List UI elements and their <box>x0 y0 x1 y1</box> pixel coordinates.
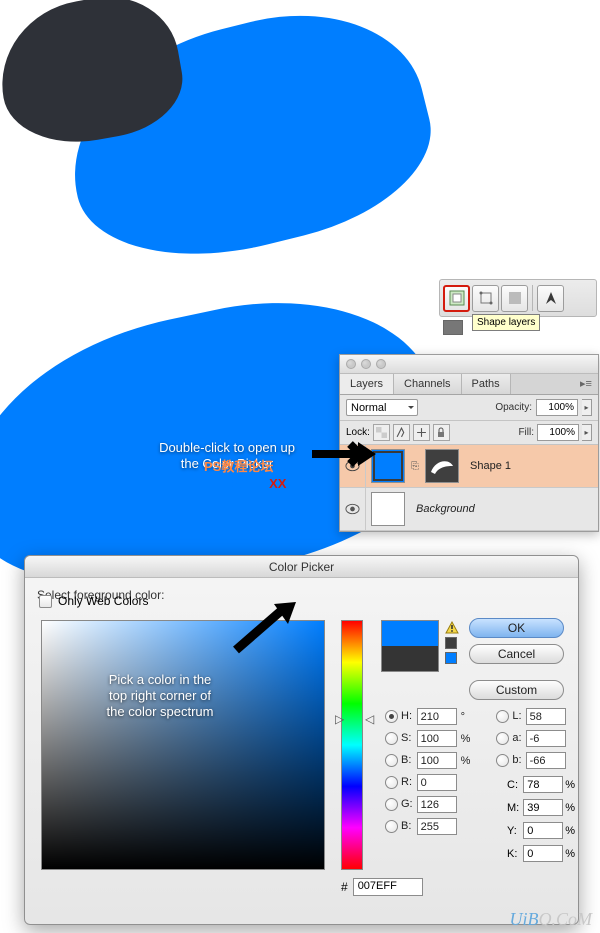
ok-button[interactable]: OK <box>469 618 564 638</box>
r-input[interactable]: 0 <box>417 774 457 791</box>
lock-image-button[interactable] <box>393 424 410 441</box>
watermark-text: PS教程论坛 <box>204 456 273 475</box>
link-icon: ⎘ <box>410 449 420 483</box>
shape-layers-button[interactable] <box>443 285 470 312</box>
opacity-chevron-icon[interactable]: ▸ <box>582 399 592 416</box>
b-input[interactable]: 100 <box>417 752 457 769</box>
arrow-icon <box>230 600 298 656</box>
color-spectrum[interactable] <box>41 620 325 870</box>
lock-label: Lock: <box>346 427 370 438</box>
bv-input[interactable]: 255 <box>417 818 457 835</box>
layer-name[interactable]: Shape 1 <box>470 460 511 472</box>
s-input[interactable]: 100 <box>417 730 457 747</box>
new-old-swatch[interactable] <box>381 620 439 672</box>
fill-input[interactable]: 100% <box>537 424 579 441</box>
h-input[interactable]: 210 <box>417 708 457 725</box>
m-input[interactable]: 39 <box>523 799 563 816</box>
radio-b[interactable] <box>385 754 398 767</box>
only-web-checkbox[interactable] <box>39 595 52 608</box>
foreground-swatch-mini[interactable] <box>443 320 463 335</box>
fill-pixels-button[interactable] <box>501 285 528 312</box>
custom-button[interactable]: Custom <box>469 680 564 700</box>
min-dot[interactable] <box>361 359 371 369</box>
toolbar-shape-options: Shape layers <box>439 279 597 317</box>
gamut-clip-swatch[interactable] <box>445 637 457 649</box>
websafe-swatch[interactable] <box>445 652 457 664</box>
y-input[interactable]: 0 <box>523 822 563 839</box>
radio-h[interactable] <box>385 710 398 723</box>
hue-handle-left[interactable]: ▷ <box>335 712 344 726</box>
radio-s[interactable] <box>385 732 398 745</box>
pen-tool-button[interactable] <box>537 285 564 312</box>
layer-thumb[interactable] <box>371 492 405 526</box>
radio-a[interactable] <box>496 732 509 745</box>
radio-bval[interactable] <box>496 754 509 767</box>
cmyk-grid: C:78% M:39% Y:0% K:0% <box>507 776 575 862</box>
fill-chevron-icon[interactable]: ▸ <box>582 424 592 441</box>
hue-slider[interactable] <box>341 620 363 870</box>
tab-paths[interactable]: Paths <box>462 374 511 394</box>
paths-icon <box>477 289 495 307</box>
instruction-pick-color: Pick a color in the top right corner of … <box>80 672 240 720</box>
vector-mask-thumb[interactable] <box>425 449 459 483</box>
shape-layers-icon <box>448 289 466 307</box>
cancel-button[interactable]: Cancel <box>469 644 564 664</box>
hex-input[interactable]: 007EFF <box>353 878 423 896</box>
gamut-warning-icon[interactable] <box>445 621 459 635</box>
layer-row-shape1[interactable]: ⎘ Shape 1 <box>340 445 598 488</box>
radio-l[interactable] <box>496 710 509 723</box>
a-input[interactable]: -6 <box>526 730 566 747</box>
panel-menu-icon[interactable]: ▸≡ <box>580 377 592 389</box>
l-input[interactable]: 58 <box>526 708 566 725</box>
tooltip-shape-layers: Shape layers <box>472 314 540 331</box>
layer-color-thumb[interactable] <box>371 449 405 483</box>
layers-panel: Layers Channels Paths ▸≡ Normal Opacity:… <box>339 354 599 532</box>
fill-label: Fill: <box>518 427 534 438</box>
hex-hash: # <box>341 880 348 894</box>
c-input[interactable]: 78 <box>523 776 563 793</box>
fill-pixels-icon <box>506 289 524 307</box>
arrow-icon <box>310 438 376 470</box>
radio-g[interactable] <box>385 798 398 811</box>
zoom-dot[interactable] <box>376 359 386 369</box>
window-traffic-lights <box>340 355 598 374</box>
toolbar-separator <box>532 285 533 311</box>
opacity-input[interactable]: 100% <box>536 399 578 416</box>
color-picker-dialog: Color Picker Select foreground color: ▷ … <box>24 555 579 925</box>
layer-name[interactable]: Background <box>416 503 475 515</box>
close-dot[interactable] <box>346 359 356 369</box>
tab-channels[interactable]: Channels <box>394 374 461 394</box>
tab-layers[interactable]: Layers <box>340 374 394 394</box>
radio-r[interactable] <box>385 776 398 789</box>
opacity-label: Opacity: <box>495 402 532 413</box>
g-input[interactable]: 126 <box>417 796 457 813</box>
lock-all-button[interactable] <box>433 424 450 441</box>
lock-position-button[interactable] <box>413 424 430 441</box>
watermark-url: BBS. 16XX8. <box>220 476 297 491</box>
k-input[interactable]: 0 <box>523 845 563 862</box>
watermark-brand: UiBQ.CoM <box>510 909 593 930</box>
paths-mode-button[interactable] <box>472 285 499 312</box>
dialog-title: Color Picker <box>25 556 578 578</box>
panel-tabs: Layers Channels Paths <box>340 374 598 395</box>
radio-bv[interactable] <box>385 820 398 833</box>
bval-input[interactable]: -66 <box>526 752 566 769</box>
blend-mode-select[interactable]: Normal <box>346 399 418 416</box>
visibility-toggle[interactable] <box>340 488 366 530</box>
layer-row-background[interactable]: Background <box>340 488 598 531</box>
only-web-label: Only Web Colors <box>58 594 148 608</box>
pen-icon <box>542 289 560 307</box>
hue-handle-right[interactable]: ◁ <box>365 712 374 726</box>
